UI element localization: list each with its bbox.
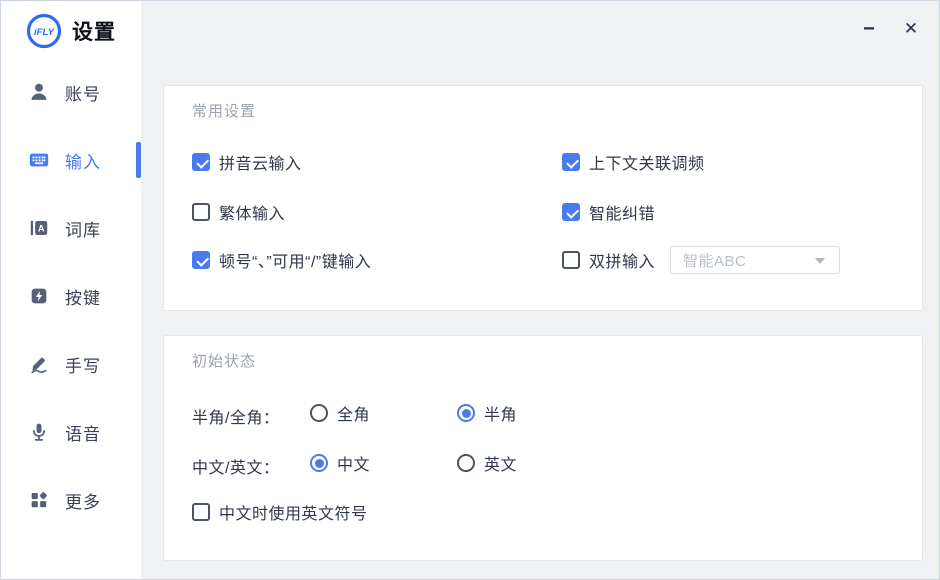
sidebar-item-input[interactable]: 输入 — [1, 140, 141, 180]
checkbox-shuangpin-input[interactable]: 双拼输入 — [562, 246, 655, 274]
sidebar-item-label: 词库 — [65, 216, 101, 241]
checkbox-box — [562, 153, 580, 171]
checkbox-label: 智能纠错 — [589, 200, 655, 224]
radio-chinese[interactable]: 中文 — [310, 449, 370, 477]
sidebar-item-account[interactable]: 账号 — [1, 72, 141, 112]
radio-label: 全角 — [337, 401, 370, 425]
checkbox-label: 繁体输入 — [219, 200, 285, 224]
keys-icon — [28, 285, 50, 307]
common-settings-section: 常用设置 拼音云输入 上下文关联调频 繁体输入 智能纠错 顿号“、”可用“/”键… — [163, 85, 923, 311]
chevron-down-icon — [815, 258, 825, 264]
checkbox-box — [192, 503, 210, 521]
settings-window: iFLY 设置 账号 — [0, 0, 940, 580]
radio-label: 中文 — [337, 451, 370, 475]
radio-half-width[interactable]: 半角 — [457, 399, 517, 427]
close-button[interactable]: ✕ — [895, 14, 927, 44]
page-title: 设置 — [72, 16, 116, 46]
radio-group-label: 中文/英文： — [192, 454, 279, 478]
checkbox-label: 双拼输入 — [589, 248, 655, 272]
svg-text:A: A — [38, 224, 45, 234]
more-grid-icon — [28, 489, 50, 511]
ifly-logo-icon: iFLY — [25, 12, 63, 50]
checkbox-box — [562, 203, 580, 221]
checkbox-english-symbols-in-chinese[interactable]: 中文时使用英文符号 — [192, 498, 368, 526]
dictionary-icon: A — [28, 217, 50, 239]
section-title: 初始状态 — [192, 350, 256, 371]
user-icon — [28, 81, 50, 103]
checkbox-box — [192, 203, 210, 221]
sidebar: iFLY 设置 账号 — [1, 1, 141, 580]
initial-state-section: 初始状态 半角/全角： 全角 半角 中文/英文： 中文 英文 中文时使用英 — [163, 335, 923, 561]
radio-label: 半角 — [484, 401, 517, 425]
sidebar-item-more[interactable]: 更多 — [1, 480, 141, 520]
checkbox-label: 上下文关联调频 — [589, 150, 705, 174]
radio-circle — [457, 454, 475, 472]
sidebar-item-keys[interactable]: 按键 — [1, 276, 141, 316]
sidebar-item-label: 手写 — [65, 352, 101, 377]
sidebar-item-dictionary[interactable]: A 词库 — [1, 208, 141, 248]
active-nav-indicator — [136, 142, 141, 178]
checkbox-pinyin-cloud-input[interactable]: 拼音云输入 — [192, 148, 302, 176]
radio-english[interactable]: 英文 — [457, 449, 517, 477]
radio-circle — [457, 404, 475, 422]
keyboard-icon — [28, 149, 50, 171]
radio-label: 英文 — [484, 451, 517, 475]
radio-circle — [310, 404, 328, 422]
checkbox-context-frequency[interactable]: 上下文关联调频 — [562, 148, 705, 176]
shuangpin-scheme-select[interactable]: 智能ABC — [670, 246, 840, 274]
content-area: − ✕ 常用设置 拼音云输入 上下文关联调频 繁体输入 智能纠错 — [141, 1, 940, 580]
app-header: iFLY 设置 — [25, 12, 116, 50]
sidebar-item-voice[interactable]: 语音 — [1, 412, 141, 452]
radio-group-label: 半角/全角： — [192, 404, 279, 428]
checkbox-label: 顿号“、”可用“/”键输入 — [219, 248, 371, 272]
radio-full-width[interactable]: 全角 — [310, 399, 370, 427]
radio-circle — [310, 454, 328, 472]
minimize-button[interactable]: − — [853, 14, 885, 44]
checkbox-traditional-input[interactable]: 繁体输入 — [192, 198, 285, 226]
section-title: 常用设置 — [192, 100, 256, 121]
sidebar-item-label: 按键 — [65, 284, 101, 309]
checkbox-dunhao-slash-key[interactable]: 顿号“、”可用“/”键输入 — [192, 246, 371, 274]
select-value: 智能ABC — [683, 250, 746, 271]
sidebar-item-label: 账号 — [65, 80, 101, 105]
checkbox-label: 中文时使用英文符号 — [219, 500, 368, 524]
sidebar-item-label: 更多 — [65, 488, 101, 513]
microphone-icon — [28, 421, 50, 443]
handwriting-icon — [28, 353, 50, 375]
checkbox-box — [562, 251, 580, 269]
sidebar-item-label: 输入 — [65, 148, 101, 173]
checkbox-box — [192, 251, 210, 269]
checkbox-box — [192, 153, 210, 171]
checkbox-label: 拼音云输入 — [219, 150, 302, 174]
svg-text:iFLY: iFLY — [34, 27, 56, 38]
sidebar-item-label: 语音 — [65, 420, 101, 445]
sidebar-item-handwriting[interactable]: 手写 — [1, 344, 141, 384]
checkbox-smart-correction[interactable]: 智能纠错 — [562, 198, 655, 226]
